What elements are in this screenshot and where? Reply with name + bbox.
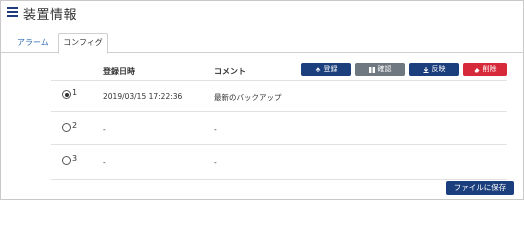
header-divider — [51, 80, 507, 81]
reflect-button-label: 反映 — [431, 65, 446, 73]
register-button-label: 登録 — [323, 65, 338, 73]
page-header: 装置情報 — [1, 1, 523, 25]
download-icon — [423, 66, 428, 73]
row-date: 2019/03/15 17:22:36 — [103, 92, 183, 101]
reflect-button[interactable]: 反映 — [409, 63, 459, 76]
tab-alarm[interactable]: アラーム — [11, 34, 55, 52]
eraser-icon — [474, 67, 479, 72]
delete-button[interactable]: 削除 — [463, 63, 507, 76]
row-comment: - — [214, 158, 217, 167]
confirm-button[interactable]: 確認 — [355, 63, 405, 76]
row-date: - — [103, 158, 106, 167]
device-info-panel: 装置情報 アラーム コンフィグ 登録日時 コメント 登録 確認 反映 削除 1 … — [0, 0, 524, 200]
row-divider — [51, 179, 507, 180]
columns-icon — [368, 66, 375, 73]
page-title: 装置情報 — [23, 8, 78, 23]
config-table: 登録日時 コメント 登録 確認 反映 削除 1 2019/03/15 17:22… — [51, 59, 507, 184]
row-number: 2 — [72, 121, 78, 130]
row-radio-3[interactable] — [62, 156, 71, 165]
row-divider — [51, 144, 507, 145]
row-radio-1[interactable] — [62, 90, 71, 99]
row-comment: 最新のバックアップ — [214, 93, 282, 102]
register-button[interactable]: 登録 — [301, 63, 351, 76]
save-to-file-button[interactable]: ファイルに保存 — [446, 181, 514, 195]
row-comment: - — [214, 125, 217, 134]
row-number: 1 — [72, 88, 78, 97]
confirm-button-label: 確認 — [377, 65, 392, 73]
delete-button-label: 削除 — [482, 65, 497, 73]
hamburger-menu-icon[interactable] — [7, 7, 18, 17]
column-header-comment: コメント — [214, 67, 246, 76]
upload-icon — [315, 66, 320, 72]
column-header-registered-at: 登録日時 — [103, 67, 135, 76]
tab-bar: アラーム コンフィグ — [1, 33, 523, 54]
row-number: 3 — [72, 154, 78, 163]
row-date: - — [103, 125, 106, 134]
row-divider — [51, 111, 507, 112]
tab-config[interactable]: コンフィグ — [58, 33, 108, 54]
row-radio-2[interactable] — [62, 123, 71, 132]
